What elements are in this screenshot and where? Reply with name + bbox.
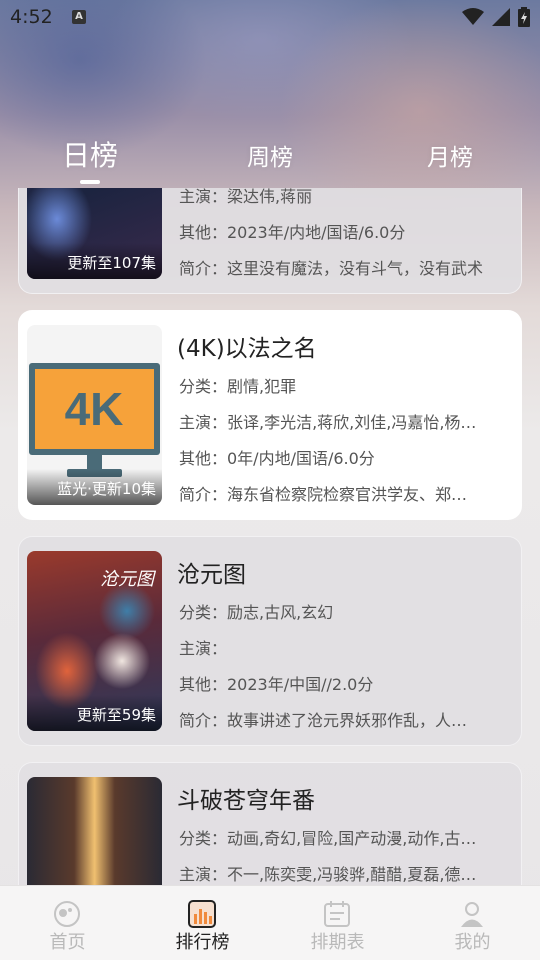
nav-ranking[interactable]: 排行榜 <box>135 886 270 960</box>
poster-image: 更新至107集 <box>27 188 162 279</box>
card-category: 分类：励志,古风,玄幻 <box>179 603 334 622</box>
list-item[interactable]: 沧元图 更新至59集 沧元图 分类：励志,古风,玄幻 主演： 其他：2023年/… <box>18 536 522 746</box>
tab-monthly[interactable]: 月榜 <box>427 138 473 172</box>
status-icons <box>462 7 530 27</box>
nav-profile-label: 我的 <box>454 932 491 953</box>
poster-4k-text: 4K <box>65 383 124 435</box>
card-cast: 主演： <box>179 639 228 658</box>
nav-ranking-label: 排行榜 <box>175 932 230 953</box>
list-item[interactable]: 更新至107集 主演：梁达伟,蒋丽 其他：2023年/内地/国语/6.0分 简介… <box>18 188 522 294</box>
ranking-tabs: 日榜 周榜 月榜 <box>0 138 540 188</box>
notification-a-icon: A <box>72 10 86 24</box>
card-category: 分类：动画,奇幻,冒险,国产动漫,动作,古… <box>179 829 477 848</box>
ranking-icon <box>188 900 216 928</box>
tab-weekly[interactable]: 周榜 <box>247 138 293 172</box>
wifi-icon <box>462 8 484 25</box>
card-title: 沧元图 <box>177 562 246 588</box>
card-intro: 简介：故事讲述了沧元界妖邪作乱，人… <box>179 711 468 730</box>
calendar-icon <box>324 901 350 927</box>
home-icon <box>54 901 80 927</box>
list-item[interactable]: 斗破苍穹年番 分类：动画,奇幻,冒险,国产动漫,动作,古… 主演：不一,陈奕雯,… <box>18 762 522 885</box>
card-other: 其他：2023年/内地/国语/6.0分 <box>179 223 406 242</box>
ranking-list[interactable]: 更新至107集 主演：梁达伟,蒋丽 其他：2023年/内地/国语/6.0分 简介… <box>0 188 540 885</box>
poster-title-art: 沧元图 <box>100 569 154 590</box>
nav-home[interactable]: 首页 <box>0 886 135 960</box>
profile-icon <box>461 902 483 927</box>
card-intro: 简介：这里没有魔法，没有斗气，没有武术 <box>179 259 484 278</box>
tab-indicator <box>80 180 100 184</box>
signal-icon <box>492 8 510 26</box>
card-title: 斗破苍穹年番 <box>177 788 315 814</box>
poster-image: 沧元图 更新至59集 <box>27 551 162 731</box>
card-title: (4K)以法之名 <box>177 336 317 362</box>
tab-daily[interactable]: 日榜 <box>62 134 118 174</box>
card-intro: 简介：海东省检察院检察官洪学友、郑… <box>179 485 468 504</box>
episode-badge: 蓝光·更新10集 <box>27 469 162 505</box>
bottom-navigation: 首页 排行榜 排期表 我的 <box>0 885 540 960</box>
episode-badge: 更新至107集 <box>27 243 162 279</box>
status-bar: 4:52 A <box>0 0 540 36</box>
card-cast: 主演：梁达伟,蒋丽 <box>179 188 313 206</box>
card-cast: 主演：张译,李光洁,蒋欣,刘佳,冯嘉怡,杨… <box>179 413 477 432</box>
poster-image: 4K 蓝光·更新10集 <box>27 325 162 505</box>
battery-icon <box>518 7 530 27</box>
card-other: 其他：0年/内地/国语/6.0分 <box>179 449 375 468</box>
nav-schedule[interactable]: 排期表 <box>270 886 405 960</box>
card-category: 分类：剧情,犯罪 <box>179 377 297 396</box>
card-other: 其他：2023年/中国//2.0分 <box>179 675 374 694</box>
status-time: 4:52 <box>10 6 53 28</box>
episode-badge: 更新至59集 <box>27 695 162 731</box>
poster-image <box>27 777 162 885</box>
card-cast: 主演：不一,陈奕雯,冯骏骅,醋醋,夏磊,德… <box>179 865 477 884</box>
list-item[interactable]: 4K 蓝光·更新10集 (4K)以法之名 分类：剧情,犯罪 主演：张译,李光洁,… <box>18 310 522 520</box>
nav-profile[interactable]: 我的 <box>405 886 540 960</box>
nav-home-label: 首页 <box>49 932 86 953</box>
nav-schedule-label: 排期表 <box>310 932 365 953</box>
